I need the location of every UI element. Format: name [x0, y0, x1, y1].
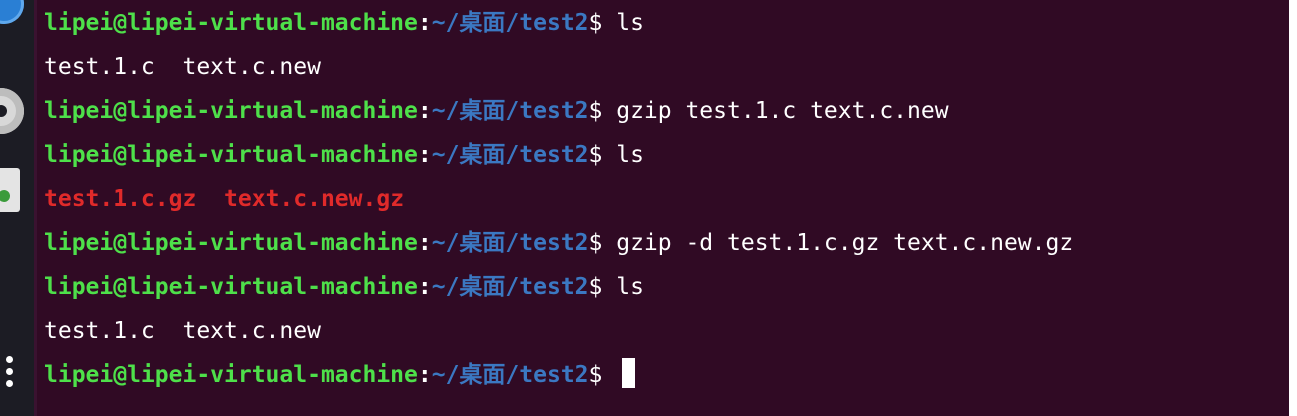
trash-icon[interactable] — [0, 168, 20, 212]
terminal-line: lipei@lipei-virtual-machine:~/桌面/test2$ — [44, 358, 636, 392]
prompt-user-host: lipei@lipei-virtual-machine — [44, 274, 418, 300]
command-output: test.1.c text.c.new — [44, 318, 321, 344]
terminal-line: test.1.c text.c.new — [44, 314, 321, 348]
text-cursor — [622, 358, 636, 388]
prompt-user-host: lipei@lipei-virtual-machine — [44, 362, 418, 388]
command-text: ls — [602, 10, 644, 36]
prompt-colon: : — [417, 362, 432, 388]
prompt-path: ~/桌面/test2 — [431, 10, 589, 36]
terminal-line: test.1.c.gz text.c.new.gz — [44, 182, 404, 216]
prompt-dollar: $ — [588, 362, 603, 388]
archive-file: text.c.new.gz — [224, 186, 405, 212]
show-apps-icon[interactable] — [6, 356, 14, 396]
prompt-path: ~/桌面/test2 — [431, 142, 589, 168]
dock — [0, 0, 34, 416]
prompt-colon: : — [417, 142, 432, 168]
prompt-path: ~/桌面/test2 — [431, 362, 589, 388]
terminal-window[interactable]: lipei@lipei-virtual-machine:~/桌面/test2$ … — [34, 0, 1289, 416]
prompt-user-host: lipei@lipei-virtual-machine — [44, 98, 418, 124]
prompt-user-host: lipei@lipei-virtual-machine — [44, 10, 418, 36]
terminal-line: lipei@lipei-virtual-machine:~/桌面/test2$ … — [44, 6, 644, 40]
command-text: gzip test.1.c text.c.new — [602, 98, 949, 124]
terminal-line: lipei@lipei-virtual-machine:~/桌面/test2$ … — [44, 138, 644, 172]
prompt-colon: : — [417, 10, 432, 36]
prompt-user-host: lipei@lipei-virtual-machine — [44, 230, 418, 256]
dock-divider — [34, 0, 37, 416]
command-output: test.1.c text.c.new — [44, 54, 321, 80]
prompt-colon: : — [417, 98, 432, 124]
archive-file: test.1.c.gz — [44, 186, 197, 212]
command-text: ls — [602, 274, 644, 300]
prompt-dollar: $ — [588, 274, 603, 300]
terminal-line: test.1.c text.c.new — [44, 50, 321, 84]
ubuntu-icon[interactable] — [0, 0, 24, 24]
command-text: gzip -d test.1.c.gz text.c.new.gz — [602, 230, 1074, 256]
prompt-user-host: lipei@lipei-virtual-machine — [44, 142, 418, 168]
terminal-line: lipei@lipei-virtual-machine:~/桌面/test2$ … — [44, 270, 644, 304]
prompt-path: ~/桌面/test2 — [431, 98, 589, 124]
prompt-dollar: $ — [588, 98, 603, 124]
prompt-colon: : — [417, 230, 432, 256]
command-text: ls — [602, 142, 644, 168]
prompt-colon: : — [417, 274, 432, 300]
terminal-line: lipei@lipei-virtual-machine:~/桌面/test2$ … — [44, 226, 1073, 260]
prompt-dollar: $ — [588, 10, 603, 36]
screen: lipei@lipei-virtual-machine:~/桌面/test2$ … — [0, 0, 1297, 416]
disc-icon[interactable] — [0, 88, 24, 134]
command-input[interactable] — [602, 362, 616, 388]
prompt-dollar: $ — [588, 142, 603, 168]
prompt-dollar: $ — [588, 230, 603, 256]
terminal-line: lipei@lipei-virtual-machine:~/桌面/test2$ … — [44, 94, 949, 128]
prompt-path: ~/桌面/test2 — [431, 230, 589, 256]
prompt-path: ~/桌面/test2 — [431, 274, 589, 300]
